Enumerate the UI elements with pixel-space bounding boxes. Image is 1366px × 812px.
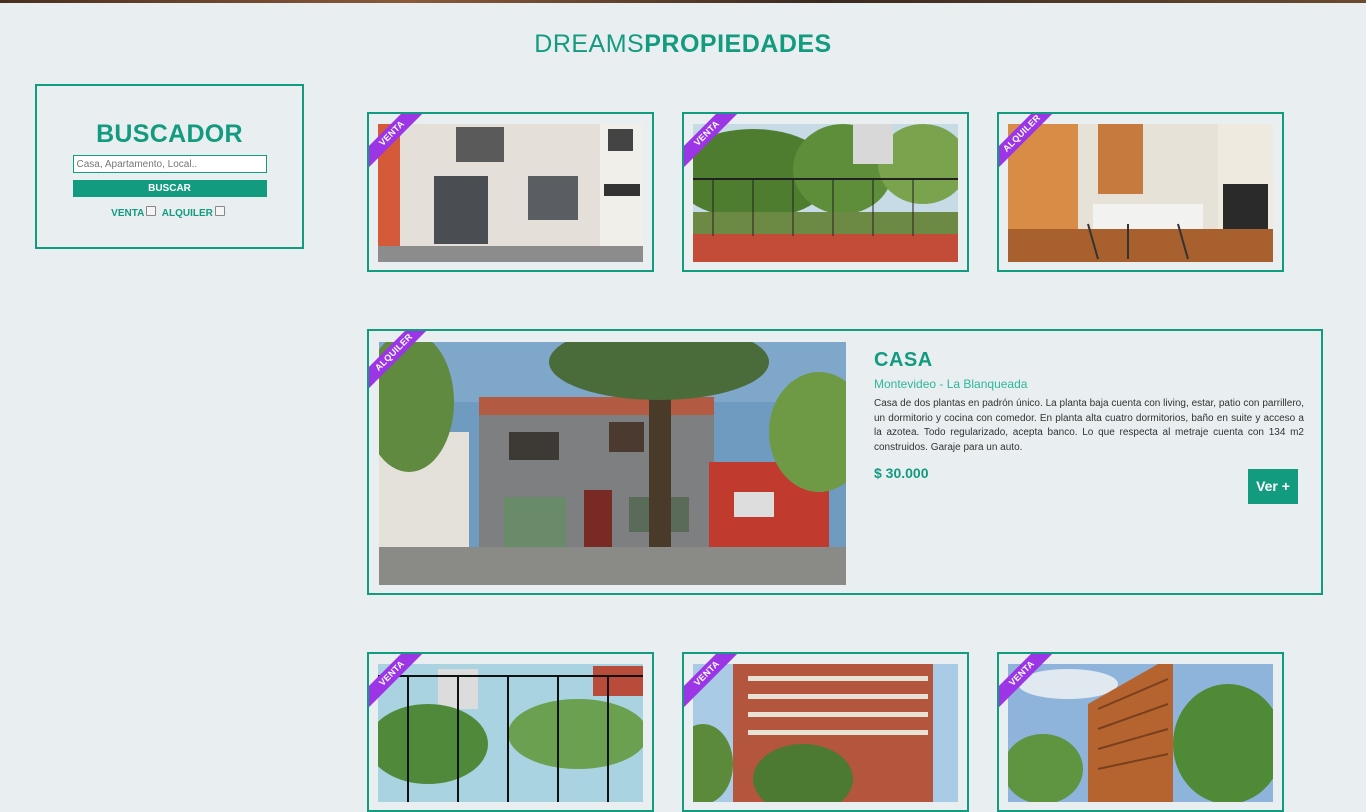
filter-venta-label: VENTA [111, 208, 145, 219]
listing-photo[interactable] [693, 124, 958, 262]
listing-photo[interactable] [693, 664, 958, 802]
listing-card[interactable]: VENTA [682, 652, 969, 812]
search-input[interactable] [72, 155, 267, 173]
listing-card[interactable]: VENTA [367, 112, 654, 272]
featured-description: Casa de dos plantas en padrón único. La … [874, 398, 1304, 453]
featured-title: CASA [874, 349, 933, 371]
house-facade-image [378, 124, 643, 262]
search-button[interactable]: BUSCAR [72, 180, 267, 197]
view-more-button[interactable]: Ver + [1248, 469, 1298, 504]
listing-card[interactable]: ALQUILER [997, 112, 1284, 272]
listing-photo[interactable] [378, 124, 643, 262]
listing-card[interactable]: VENTA [367, 652, 654, 812]
search-panel: BUSCADOR BUSCAR VENTA ALQUILER [35, 84, 304, 249]
listing-photo[interactable] [1008, 664, 1273, 802]
filter-alquiler-checkbox[interactable] [214, 206, 225, 216]
featured-photo[interactable] [379, 342, 846, 585]
listing-photo[interactable] [1008, 124, 1273, 262]
header-image-strip [0, 0, 1366, 3]
featured-price: $ 30.000 [874, 465, 929, 481]
featured-listing: ALQUILER CASA Montevideo - La Blanqueada… [367, 329, 1323, 595]
filters: VENTA ALQUILER [37, 206, 302, 219]
featured-location: Montevideo - La Blanqueada [874, 377, 1028, 391]
brand-bold: PROPIEDADES [644, 30, 832, 58]
dining-room-image [1008, 124, 1273, 262]
stone-house-image [379, 342, 846, 585]
city-balcony-image [378, 664, 643, 802]
filter-venta-checkbox[interactable] [146, 206, 157, 216]
filter-alquiler-label: ALQUILER [161, 208, 213, 219]
search-title: BUSCADOR [96, 120, 243, 148]
listing-card[interactable]: VENTA [682, 112, 969, 272]
tower-building-image [1008, 664, 1273, 802]
site-logo[interactable]: DREAMSPROPIEDADES [0, 30, 1366, 59]
brick-building-image [693, 664, 958, 802]
garden-balcony-image [693, 124, 958, 262]
brand-light: DREAMS [534, 30, 645, 58]
listing-card[interactable]: VENTA [997, 652, 1284, 812]
listing-photo[interactable] [378, 664, 643, 802]
